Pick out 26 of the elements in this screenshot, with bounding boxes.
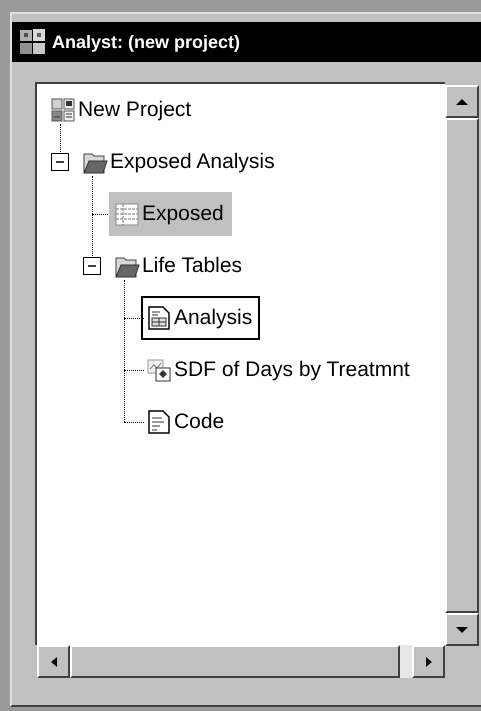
scroll-up-button[interactable] — [445, 85, 479, 118]
graph-icon — [146, 357, 172, 383]
scroll-track[interactable] — [400, 645, 412, 678]
down-arrow-icon — [456, 626, 468, 632]
app-icon — [18, 27, 48, 57]
tree-item[interactable]: Exposed Analysis — [77, 140, 283, 184]
tree-item[interactable]: SDF of Days by Treatmnt — [141, 348, 418, 392]
scroll-thumb[interactable] — [70, 645, 400, 678]
scroll-right-button[interactable] — [412, 645, 445, 678]
tree-item[interactable]: Exposed — [109, 192, 232, 236]
table-icon — [114, 201, 140, 227]
tree-item[interactable]: Analysis — [141, 296, 260, 340]
tree-item[interactable]: Life Tables — [109, 244, 250, 288]
code-icon — [146, 409, 172, 435]
report-icon — [146, 305, 172, 331]
scroll-left-button[interactable] — [37, 645, 70, 678]
left-arrow-icon — [50, 656, 56, 666]
window-title: Analyst: (new project) — [52, 30, 240, 54]
right-arrow-icon — [426, 656, 432, 666]
tree-item[interactable]: Code — [141, 400, 232, 444]
up-arrow-icon — [456, 98, 468, 104]
tree-item[interactable]: New Project — [45, 88, 200, 132]
scroll-down-button[interactable] — [445, 613, 479, 646]
collapse-toggle[interactable] — [83, 257, 101, 275]
collapse-toggle[interactable] — [51, 153, 69, 171]
project-icon — [50, 97, 76, 123]
